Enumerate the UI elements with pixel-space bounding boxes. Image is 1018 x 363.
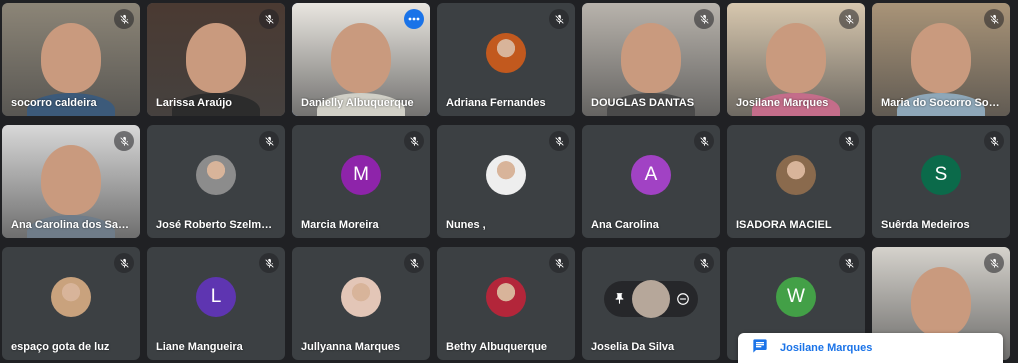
participant-name: ISADORA MACIEL xyxy=(736,219,832,231)
mic-off-icon xyxy=(114,131,134,151)
participant-tile[interactable]: Larissa Araújo xyxy=(147,3,285,116)
participant-tile[interactable]: DOUGLAS DANTAS xyxy=(582,3,720,116)
participant-tile[interactable]: Bethy Albuquerque xyxy=(437,247,575,360)
participant-grid: socorro caldeira Larissa Araújo Danielly A… xyxy=(2,3,1010,360)
participant-tile[interactable]: Ana Carolina dos Santos xyxy=(2,125,140,238)
participant-name: José Roberto Szelmeczy xyxy=(156,219,277,231)
participant-avatar xyxy=(486,276,526,317)
mic-off-icon xyxy=(839,131,859,151)
participant-name: Joselia Da Silva xyxy=(591,341,675,353)
participant-face xyxy=(40,145,102,216)
mic-off-icon xyxy=(839,9,859,29)
participant-tile[interactable]: S Suêrda Medeiros xyxy=(872,125,1010,238)
avatar-initial: M xyxy=(353,163,369,185)
participant-name: Maria do Socorro Sousa xyxy=(881,97,1002,109)
participant-tile[interactable]: ISADORA MACIEL xyxy=(727,125,865,238)
participant-tile[interactable]: espaço gota de luz xyxy=(2,247,140,360)
participant-avatar xyxy=(776,154,816,195)
participant-tile[interactable]: Josilane Marques xyxy=(727,3,865,116)
participant-avatar: M xyxy=(341,154,381,195)
mic-off-icon xyxy=(984,253,1004,273)
popup-sender-name: Josilane Marques xyxy=(780,342,873,354)
participant-tile[interactable]: A Ana Carolina xyxy=(582,125,720,238)
mic-off-icon xyxy=(549,253,569,273)
participant-name: socorro caldeira xyxy=(11,97,97,109)
participant-name: Jullyanna Marques xyxy=(301,341,401,353)
participant-name: Adriana Fernandes xyxy=(446,97,546,109)
participant-avatar xyxy=(486,32,526,73)
tile-hover-controls xyxy=(604,279,698,318)
participant-avatar xyxy=(51,276,91,317)
participant-avatar xyxy=(486,154,526,195)
mic-off-icon xyxy=(404,131,424,151)
participant-tile[interactable]: socorro caldeira xyxy=(2,3,140,116)
mic-off-icon xyxy=(404,253,424,273)
participant-name: Marcia Moreira xyxy=(301,219,379,231)
participant-name: espaço gota de luz xyxy=(11,341,110,353)
chat-icon xyxy=(752,338,768,359)
mic-off-icon xyxy=(259,253,279,273)
participant-tile[interactable]: L Liane Mangueira xyxy=(147,247,285,360)
participant-tile[interactable]: Jullyanna Marques xyxy=(292,247,430,360)
participant-name: Josilane Marques xyxy=(736,97,829,109)
participant-name: Bethy Albuquerque xyxy=(446,341,548,353)
mic-off-icon xyxy=(694,131,714,151)
avatar-initial: A xyxy=(644,163,658,185)
mic-off-icon xyxy=(839,253,859,273)
participant-face xyxy=(910,267,972,338)
participant-tile[interactable]: José Roberto Szelmeczy xyxy=(147,125,285,238)
mic-off-icon xyxy=(694,253,714,273)
participant-face xyxy=(910,23,972,94)
participant-face xyxy=(330,23,392,94)
participant-avatar xyxy=(196,154,236,195)
remove-icon[interactable] xyxy=(676,292,690,306)
participant-name: Larissa Araújo xyxy=(156,97,233,109)
mic-off-icon xyxy=(259,9,279,29)
participant-name: Ana Carolina xyxy=(591,219,659,231)
participant-name: Liane Mangueira xyxy=(156,341,243,353)
mic-off-icon xyxy=(984,131,1004,151)
pin-icon[interactable] xyxy=(612,292,626,306)
participant-tile[interactable]: Maria do Socorro Sousa xyxy=(872,3,1010,116)
participant-avatar: A xyxy=(631,154,671,195)
avatar-initial: S xyxy=(934,163,948,185)
mic-off-icon xyxy=(549,131,569,151)
participant-tile[interactable]: M Marcia Moreira xyxy=(292,125,430,238)
participant-tile[interactable]: Joselia Da Silva xyxy=(582,247,720,360)
participant-tile[interactable]: Adriana Fernandes xyxy=(437,3,575,116)
avatar-initial: L xyxy=(210,285,222,307)
mic-off-icon xyxy=(259,131,279,151)
participant-face xyxy=(185,23,247,94)
mic-off-icon xyxy=(114,253,134,273)
mic-off-icon xyxy=(984,9,1004,29)
participant-name: Suêrda Medeiros xyxy=(881,219,970,231)
participant-name: Nunes , xyxy=(446,219,486,231)
participant-name: Danielly Albuquerque xyxy=(301,97,414,109)
participant-avatar: L xyxy=(196,276,236,317)
participant-tile[interactable]: Danielly Albuquerque xyxy=(292,3,430,116)
participant-face xyxy=(40,23,102,94)
participant-face xyxy=(765,23,827,94)
mic-off-icon xyxy=(694,9,714,29)
mic-off-icon xyxy=(549,9,569,29)
avatar-initial: W xyxy=(787,285,805,307)
participant-avatar: S xyxy=(921,154,961,195)
mic-off-icon xyxy=(114,9,134,29)
participant-tile[interactable]: Nunes , xyxy=(437,125,575,238)
participant-name: DOUGLAS DANTAS xyxy=(591,97,695,109)
participant-name: Ana Carolina dos Santos xyxy=(11,219,132,231)
participant-face xyxy=(620,23,682,94)
participant-avatar xyxy=(341,276,381,317)
participant-avatar: W xyxy=(776,276,816,317)
participant-avatar xyxy=(632,279,670,318)
more-options-icon[interactable] xyxy=(404,9,424,29)
